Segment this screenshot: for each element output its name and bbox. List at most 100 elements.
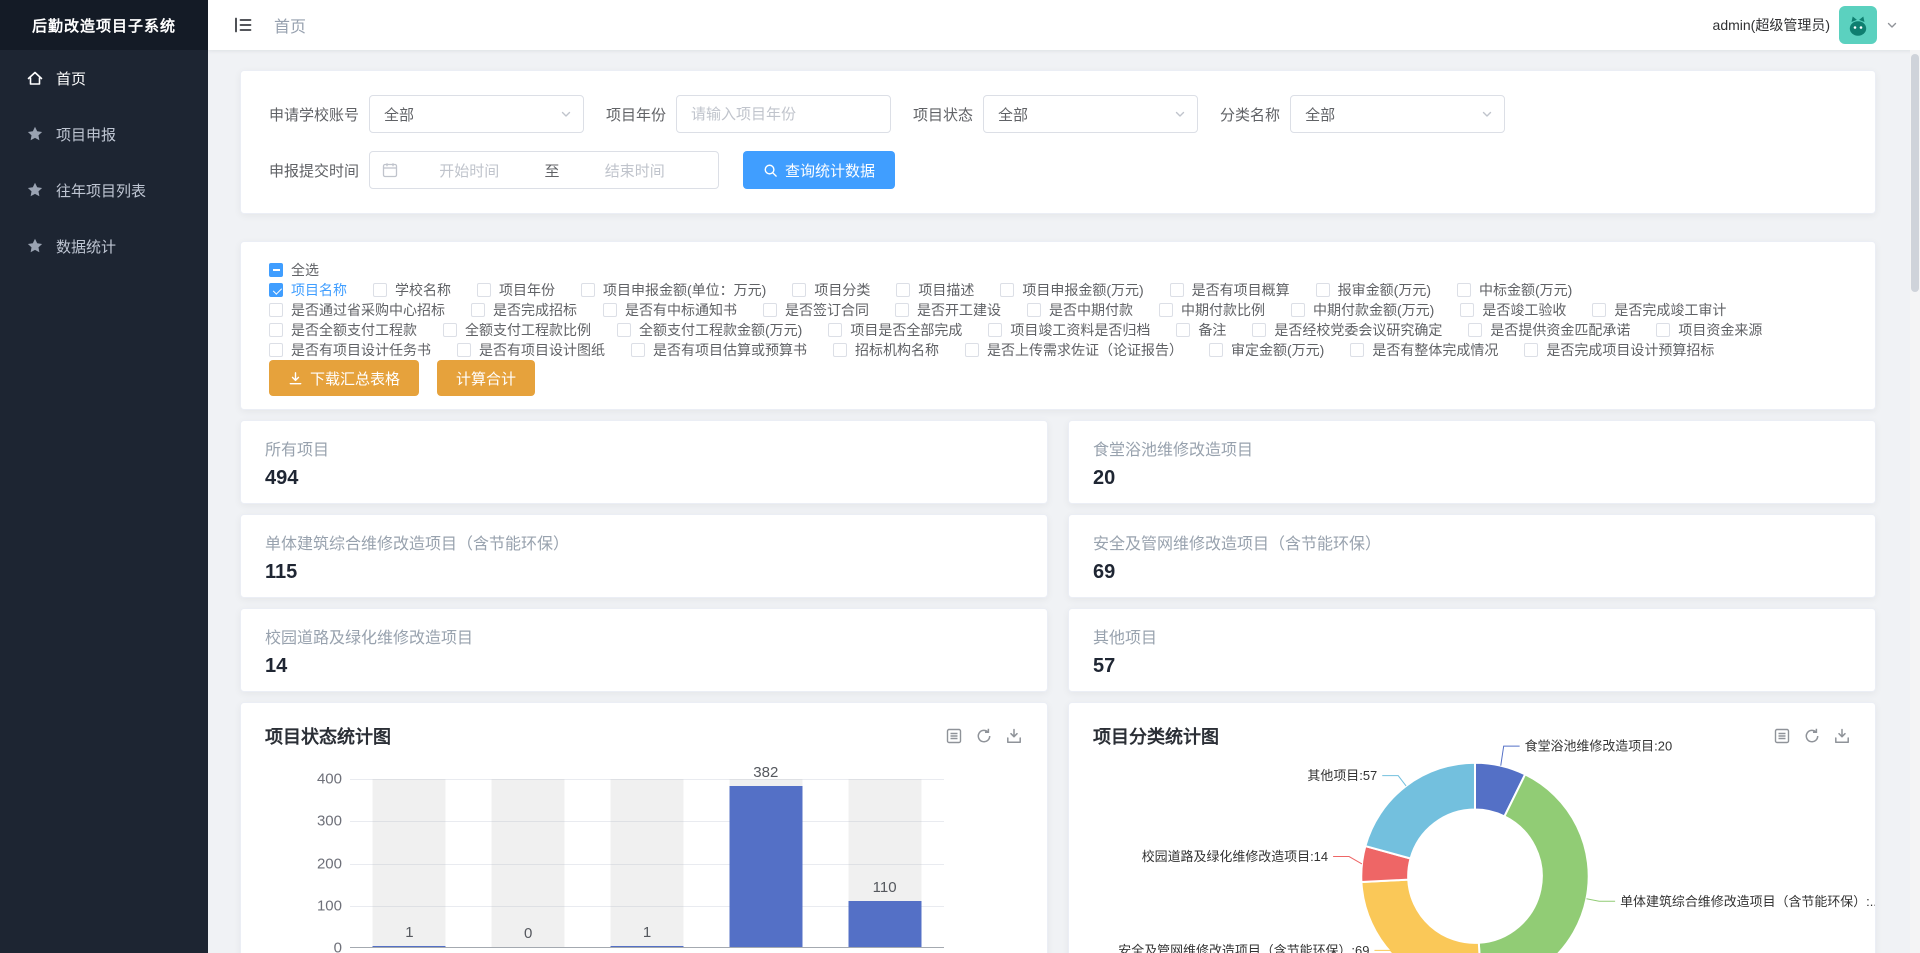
field-checkbox-label: 中期付款金额(万元)	[1313, 300, 1434, 320]
bar	[373, 946, 446, 947]
scrollbar	[1910, 50, 1920, 953]
pie-slice-label: 其他项目:57	[1307, 768, 1377, 783]
field-checkbox[interactable]: 是否开工建设	[895, 300, 1001, 320]
query-statistics-button[interactable]: 查询统计数据	[743, 151, 895, 189]
year-input[interactable]	[676, 95, 891, 133]
stat-card-title: 食堂浴池维修改造项目	[1093, 436, 1851, 460]
scrollbar-thumb[interactable]	[1911, 54, 1919, 292]
checkbox-icon	[1159, 303, 1173, 317]
field-checkbox[interactable]: 招标机构名称	[833, 340, 939, 360]
checkbox-icon	[895, 303, 909, 317]
field-checkbox[interactable]: 是否中期付款	[1027, 300, 1133, 320]
field-checkbox[interactable]: 备注	[1176, 320, 1226, 340]
menu-fold-icon[interactable]	[232, 14, 254, 36]
field-checkbox[interactable]: 项目资金来源	[1656, 320, 1762, 340]
sidebar-item-past-projects[interactable]: 往年项目列表	[0, 162, 208, 218]
field-checkbox-label: 项目年份	[499, 280, 555, 300]
checkbox-icon	[763, 303, 777, 317]
calculate-total-button[interactable]: 计算合计	[437, 360, 535, 396]
field-checkbox[interactable]: 学校名称	[373, 280, 451, 300]
data-view-icon[interactable]	[1773, 727, 1791, 745]
field-checkbox[interactable]: 是否提供资金匹配承诺	[1468, 320, 1630, 340]
sidebar-item-project-declare[interactable]: 项目申报	[0, 106, 208, 162]
field-checkbox-label: 是否有项目估算或预算书	[653, 340, 807, 360]
save-image-icon[interactable]	[1005, 727, 1023, 745]
sidebar-item-statistics[interactable]: 数据统计	[0, 218, 208, 274]
checkbox-icon	[269, 303, 283, 317]
field-checkbox[interactable]: 项目名称	[269, 280, 347, 300]
field-checkbox[interactable]: 项目申报金额(单位：万元)	[581, 280, 766, 300]
field-checkbox-label: 项目资金来源	[1678, 320, 1762, 340]
checkbox-icon	[581, 283, 595, 297]
checkbox-icon	[965, 343, 979, 357]
pie-slice[interactable]	[1365, 763, 1475, 859]
checkbox-icon	[477, 283, 491, 297]
user-menu[interactable]: admin(超级管理员)	[1713, 6, 1898, 44]
start-date-placeholder: 开始时间	[398, 160, 541, 181]
save-image-icon[interactable]	[1833, 727, 1851, 745]
field-checkbox[interactable]: 中期付款比例	[1159, 300, 1265, 320]
bar-column[interactable]: 0	[469, 779, 588, 947]
daterange-picker[interactable]: 开始时间 至 结束时间	[369, 151, 719, 189]
sidebar-nav: 首页项目申报往年项目列表数据统计	[0, 50, 208, 274]
sidebar-item-label: 往年项目列表	[56, 180, 146, 201]
bar-background	[492, 779, 565, 947]
field-checkbox[interactable]: 项目描述	[896, 280, 974, 300]
field-checkbox-label: 是否竣工验收	[1482, 300, 1566, 320]
breadcrumb[interactable]: 首页	[274, 13, 306, 37]
field-checkbox[interactable]: 是否有整体完成情况	[1350, 340, 1498, 360]
field-checkbox[interactable]: 是否通过省采购中心招标	[269, 300, 445, 320]
bar-column[interactable]: 1	[350, 779, 469, 947]
field-checkbox[interactable]: 是否完成招标	[471, 300, 577, 320]
download-summary-button[interactable]: 下载汇总表格	[269, 360, 419, 396]
field-checkbox-label: 是否签订合同	[785, 300, 869, 320]
bar-column[interactable]: 110	[825, 779, 944, 947]
field-checkbox[interactable]: 是否有项目设计图纸	[457, 340, 605, 360]
select-all-checkbox[interactable]: 全选	[269, 260, 319, 280]
field-checkbox-label: 是否经校党委会议研究确定	[1274, 320, 1442, 340]
chart-toolbar	[945, 727, 1023, 745]
category-select[interactable]: 全部	[1290, 95, 1505, 133]
sidebar-item-home[interactable]: 首页	[0, 50, 208, 106]
data-view-icon[interactable]	[945, 727, 963, 745]
field-checkbox[interactable]: 项目年份	[477, 280, 555, 300]
filter-category: 分类名称 全部	[1220, 95, 1505, 133]
field-checkbox[interactable]: 是否完成项目设计预算招标	[1524, 340, 1714, 360]
refresh-icon[interactable]	[1803, 727, 1821, 745]
checkbox-indeterminate-icon	[269, 263, 283, 277]
refresh-icon[interactable]	[975, 727, 993, 745]
field-checkbox[interactable]: 项目竣工资料是否归档	[988, 320, 1150, 340]
status-select[interactable]: 全部	[983, 95, 1198, 133]
field-checkbox[interactable]: 是否完成竣工审计	[1592, 300, 1726, 320]
field-checkbox[interactable]: 审定金额(万元)	[1209, 340, 1324, 360]
field-checkbox-label: 是否完成竣工审计	[1614, 300, 1726, 320]
bar-column[interactable]: 382	[706, 779, 825, 947]
field-checkbox[interactable]: 报审金额(万元)	[1316, 280, 1431, 300]
school-select[interactable]: 全部	[369, 95, 584, 133]
bar-column[interactable]: 1	[588, 779, 707, 947]
bar-chart-plot: 101382110	[350, 779, 944, 948]
field-checkbox[interactable]: 是否有项目估算或预算书	[631, 340, 807, 360]
field-checkbox-label: 招标机构名称	[855, 340, 939, 360]
checkbox-icon	[457, 343, 471, 357]
field-checkbox[interactable]: 项目是否全部完成	[828, 320, 962, 340]
field-checkbox[interactable]: 是否有项目概算	[1170, 280, 1290, 300]
field-checkbox[interactable]: 是否经校党委会议研究确定	[1252, 320, 1442, 340]
pie-label-line	[1586, 899, 1615, 902]
pie-slice[interactable]	[1361, 880, 1481, 953]
field-checkbox[interactable]: 是否签订合同	[763, 300, 869, 320]
field-checkbox[interactable]: 项目分类	[792, 280, 870, 300]
field-checkbox[interactable]: 中期付款金额(万元)	[1291, 300, 1434, 320]
field-checkbox[interactable]: 是否上传需求佐证（论证报告）	[965, 340, 1183, 360]
field-checkbox[interactable]: 是否有中标通知书	[603, 300, 737, 320]
field-checkbox[interactable]: 是否竣工验收	[1460, 300, 1566, 320]
field-checkbox[interactable]: 中标金额(万元)	[1457, 280, 1572, 300]
filter-status: 项目状态 全部	[913, 95, 1198, 133]
field-checkbox[interactable]: 全额支付工程款比例	[443, 320, 591, 340]
checkbox-icon	[1170, 283, 1184, 297]
field-checkbox[interactable]: 是否全额支付工程款	[269, 320, 417, 340]
field-checkbox[interactable]: 项目申报金额(万元)	[1000, 280, 1143, 300]
field-checkbox[interactable]: 全额支付工程款金额(万元)	[617, 320, 802, 340]
bar	[729, 786, 802, 947]
field-checkbox[interactable]: 是否有项目设计任务书	[269, 340, 431, 360]
